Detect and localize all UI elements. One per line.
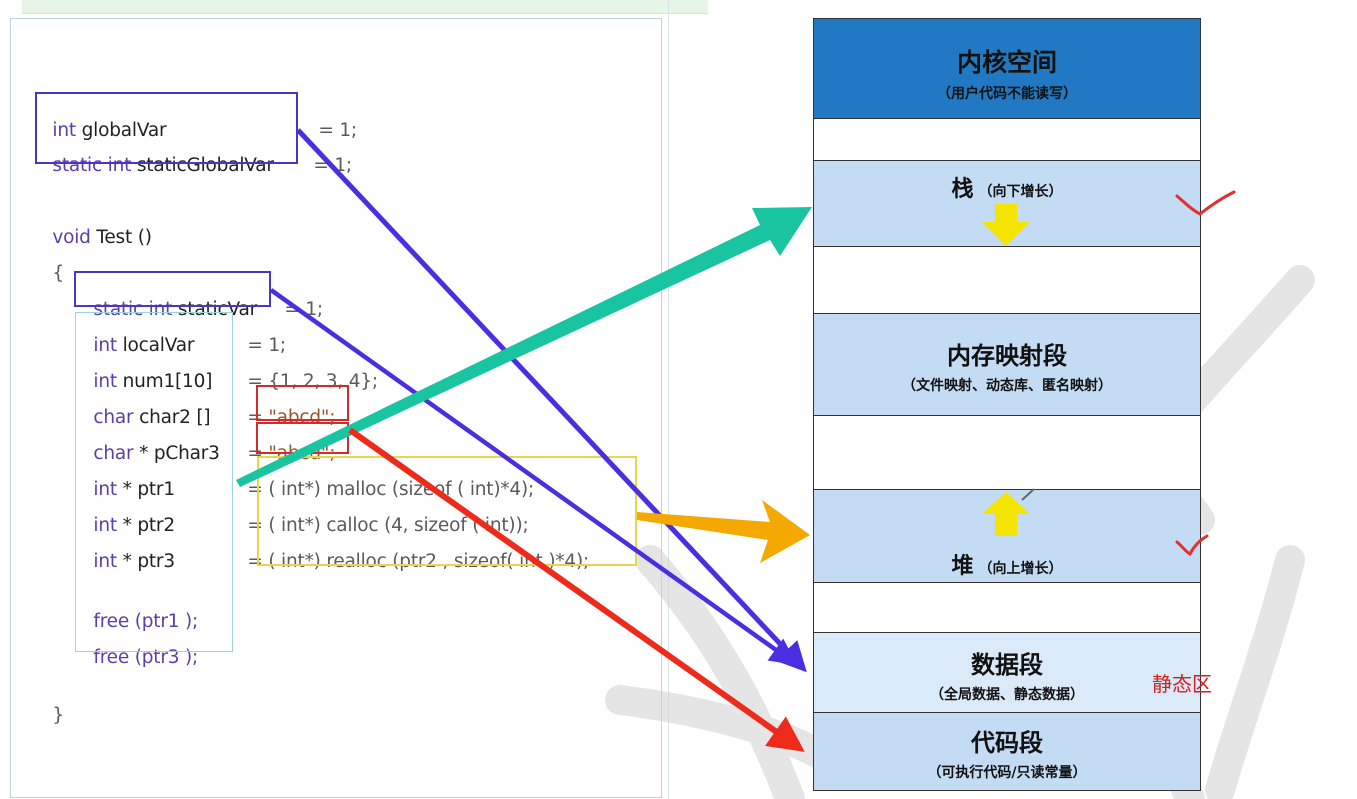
code-line-brace-open: { [41, 242, 64, 284]
code-line-static-global-var-init: = 1; [302, 134, 352, 176]
segment-gap [813, 247, 1201, 314]
segment-title: 数据段 [971, 650, 1043, 679]
static-area-label: 静态区 [1152, 672, 1212, 696]
identifier: Test () [96, 227, 152, 248]
segment-gap [813, 416, 1201, 490]
segment-title: 内核空间 [956, 48, 1057, 77]
segment-title: 内存映射段 [947, 341, 1067, 370]
brace: { [52, 263, 64, 284]
segment-subtitle: （全局数据、静态数据） [930, 687, 1084, 703]
code-line-brace-close: } [41, 684, 64, 726]
local-vars-highlight-box [75, 312, 233, 652]
segment-stack: 栈 （向下增长） [813, 161, 1201, 247]
segment-text: 代码段 （可执行代码/只读常量） [813, 713, 1201, 791]
char2-string-highlight-box [256, 385, 349, 421]
segment-data: 数据段 （全局数据、静态数据） [813, 633, 1201, 713]
segment-kernel-space: 内核空间 （用户代码不能读写） [813, 18, 1201, 119]
segment-mmap: 内存映射段 （文件映射、动态库、匿名映射） [813, 314, 1201, 416]
segment-title: 堆 [951, 553, 974, 579]
segment-subtitle: （文件映射、动态库、匿名映射） [902, 378, 1112, 394]
static-var-highlight-box [74, 271, 271, 307]
global-vars-highlight-box [35, 92, 298, 164]
segment-subtitle: （可执行代码/只读常量） [927, 765, 1087, 781]
pchar3-string-highlight-box [256, 422, 349, 454]
initializer: = 1; [284, 299, 323, 320]
segment-subtitle: （向下增长） [978, 184, 1063, 200]
brace: } [52, 705, 64, 726]
heap-alloc-highlight-box [257, 456, 637, 566]
segment-subtitle: （用户代码不能读写） [937, 86, 1077, 102]
segment-gap [813, 119, 1201, 161]
initializer: = 1; [313, 155, 352, 176]
segment-title: 栈 [951, 176, 974, 202]
segment-heap: 堆 （向上增长） [813, 490, 1201, 583]
segment-subtitle: （向上增长） [978, 561, 1063, 577]
segment-gap [813, 583, 1201, 633]
segment-title: 代码段 [971, 728, 1043, 757]
